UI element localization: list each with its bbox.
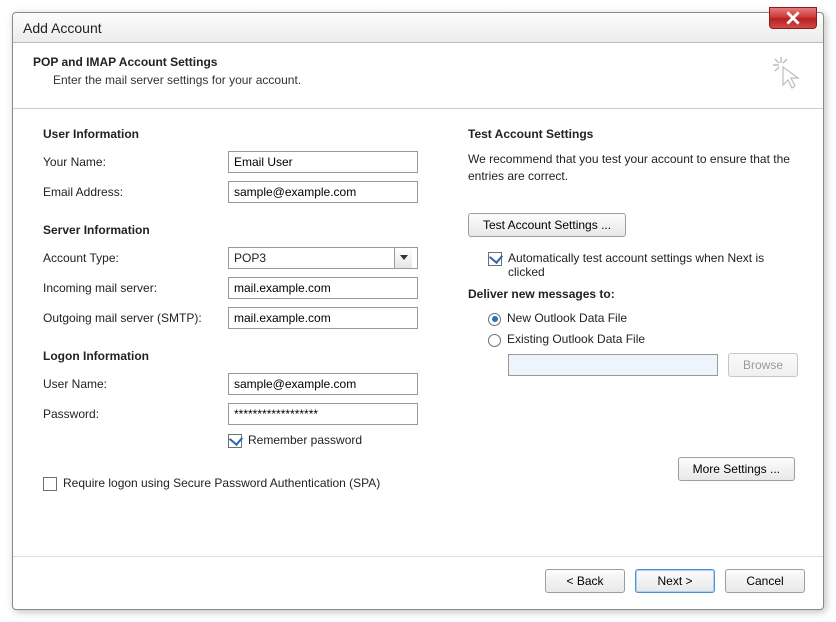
outgoing-server-input[interactable] xyxy=(228,307,418,329)
label-spa: Require logon using Secure Password Auth… xyxy=(63,476,380,490)
section-logon-information: Logon Information xyxy=(43,349,438,363)
section-test-settings: Test Account Settings xyxy=(468,127,799,141)
section-user-information: User Information xyxy=(43,127,438,141)
section-server-information: Server Information xyxy=(43,223,438,237)
wizard-cursor-icon xyxy=(771,55,807,94)
test-account-settings-button[interactable]: Test Account Settings ... xyxy=(468,213,626,237)
account-type-select[interactable]: POP3 xyxy=(228,247,418,269)
label-auto-test: Automatically test account settings when… xyxy=(508,251,788,279)
more-settings-button[interactable]: More Settings ... xyxy=(678,457,795,481)
label-existing-file: Existing Outlook Data File xyxy=(507,332,645,346)
add-account-dialog: Add Account POP and IMAP Account Setting… xyxy=(12,12,824,610)
label-user-name: User Name: xyxy=(43,377,228,391)
label-password: Password: xyxy=(43,407,228,421)
password-input[interactable] xyxy=(228,403,418,425)
radio-new-file[interactable] xyxy=(488,313,501,326)
titlebar: Add Account xyxy=(13,13,823,43)
label-incoming-server: Incoming mail server: xyxy=(43,281,228,295)
test-description: We recommend that you test your account … xyxy=(468,151,799,185)
next-button[interactable]: Next > xyxy=(635,569,715,593)
label-outgoing-server: Outgoing mail server (SMTP): xyxy=(43,311,228,325)
chevron-down-icon xyxy=(394,248,412,268)
wizard-header: POP and IMAP Account Settings Enter the … xyxy=(13,43,823,109)
label-remember-password: Remember password xyxy=(248,433,362,447)
label-new-file: New Outlook Data File xyxy=(507,311,627,325)
email-input[interactable] xyxy=(228,181,418,203)
close-button[interactable] xyxy=(769,7,817,29)
spa-checkbox[interactable] xyxy=(43,477,57,491)
your-name-input[interactable] xyxy=(228,151,418,173)
remember-password-checkbox[interactable] xyxy=(228,434,242,448)
close-icon xyxy=(786,11,800,25)
auto-test-checkbox[interactable] xyxy=(488,252,502,266)
back-button[interactable]: < Back xyxy=(545,569,625,593)
wizard-footer: < Back Next > Cancel xyxy=(13,556,823,609)
existing-file-path-input[interactable] xyxy=(508,354,718,376)
window-title: Add Account xyxy=(23,20,102,36)
incoming-server-input[interactable] xyxy=(228,277,418,299)
label-your-name: Your Name: xyxy=(43,155,228,169)
section-deliver: Deliver new messages to: xyxy=(468,287,799,301)
radio-existing-file[interactable] xyxy=(488,334,501,347)
account-type-value: POP3 xyxy=(234,251,266,265)
header-title: POP and IMAP Account Settings xyxy=(33,55,301,69)
label-email: Email Address: xyxy=(43,185,228,199)
user-name-input[interactable] xyxy=(228,373,418,395)
browse-button[interactable]: Browse xyxy=(728,353,798,377)
cancel-button[interactable]: Cancel xyxy=(725,569,805,593)
label-account-type: Account Type: xyxy=(43,251,228,265)
header-subtitle: Enter the mail server settings for your … xyxy=(33,73,301,87)
